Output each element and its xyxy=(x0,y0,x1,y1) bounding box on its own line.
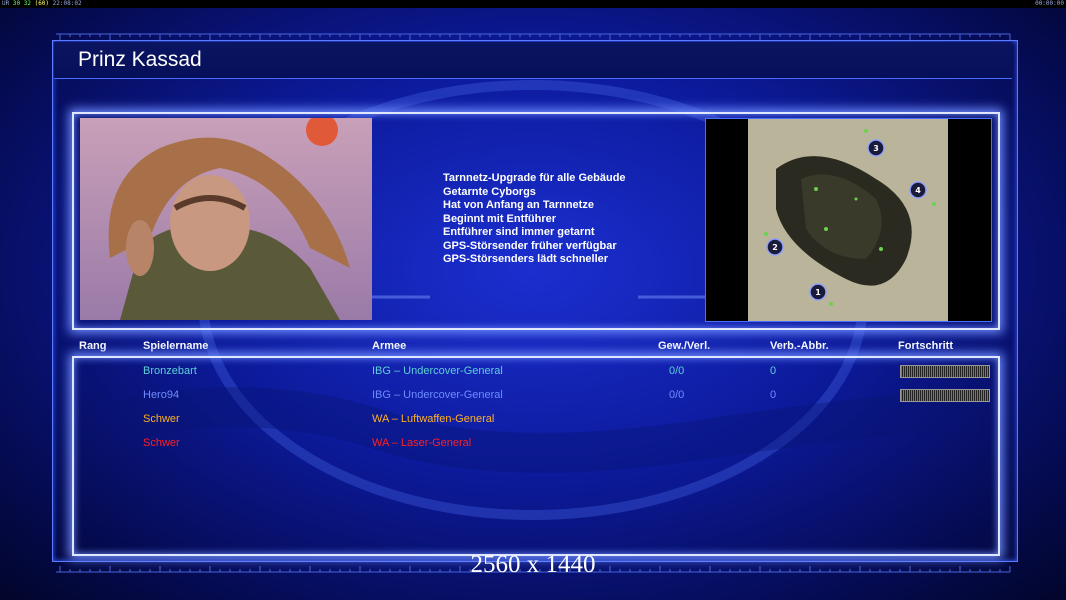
col-header-army: Armee xyxy=(372,340,407,352)
player-winloss: 0/0 xyxy=(669,389,685,401)
fps-readout: UR 30 32 (60) 22:08:02 xyxy=(2,0,82,7)
player-army: IBG – Undercover-General xyxy=(372,389,503,401)
player-name: Bronzebart xyxy=(143,365,197,377)
general-name-title: Prinz Kassad xyxy=(78,48,202,71)
table-row[interactable]: Schwer WA – Luftwaffen-General xyxy=(0,413,1066,437)
perk-item: GPS-Störsenders lädt schneller xyxy=(443,253,609,265)
general-perks-list: Tarnnetz-Upgrade für alle Gebäude Getarn… xyxy=(443,172,626,267)
start-position-label: 3 xyxy=(873,144,879,153)
progress-bar xyxy=(900,389,990,402)
player-disconnects: 0 xyxy=(770,365,777,377)
col-header-player: Spielername xyxy=(143,340,209,352)
perk-item: Tarnnetz-Upgrade für alle Gebäude xyxy=(443,172,626,184)
col-header-winloss: Gew./Verl. xyxy=(658,340,711,352)
col-header-rank: Rang xyxy=(79,340,107,352)
table-row[interactable]: Hero94 IBG – Undercover-General 0/0 0 xyxy=(0,389,1066,413)
start-position-label: 2 xyxy=(772,243,778,252)
table-row[interactable]: Bronzebart IBG – Undercover-General 0/0 0 xyxy=(0,365,1066,389)
perk-item: Beginnt mit Entführer xyxy=(443,212,557,225)
perk-item: Entführer sind immer getarnt xyxy=(443,226,595,238)
player-army: IBG – Undercover-General xyxy=(372,365,503,377)
player-name: Schwer xyxy=(143,413,180,425)
player-disconnects: 0 xyxy=(770,389,777,401)
player-army: WA – Laser-General xyxy=(372,437,472,449)
perk-item: Hat von Anfang an Tarnnetze xyxy=(443,199,594,211)
clock-readout: 00:00:00 xyxy=(1035,0,1064,7)
player-name: Schwer xyxy=(143,437,180,449)
general-portrait xyxy=(80,118,372,320)
progress-bar xyxy=(900,365,990,378)
player-name: Hero94 xyxy=(143,389,180,401)
perk-item: GPS-Störsender früher verfügbar xyxy=(443,239,617,252)
player-winloss: 0/0 xyxy=(669,365,685,377)
start-position-label: 1 xyxy=(815,288,821,297)
map-preview: 1 2 3 4 xyxy=(705,118,992,322)
start-position-label: 4 xyxy=(915,186,921,195)
table-row[interactable]: Schwer WA – Laser-General xyxy=(0,437,1066,461)
status-topbar: UR 30 32 (60) 22:08:02 00:00:00 xyxy=(0,0,1066,8)
player-army: WA – Luftwaffen-General xyxy=(372,413,495,425)
col-header-disconnects: Verb.-Abbr. xyxy=(770,340,829,352)
perk-item: Getarnte Cyborgs xyxy=(443,185,536,198)
resolution-label: 2560 x 1440 xyxy=(470,551,596,578)
col-header-progress: Fortschritt xyxy=(898,340,953,352)
